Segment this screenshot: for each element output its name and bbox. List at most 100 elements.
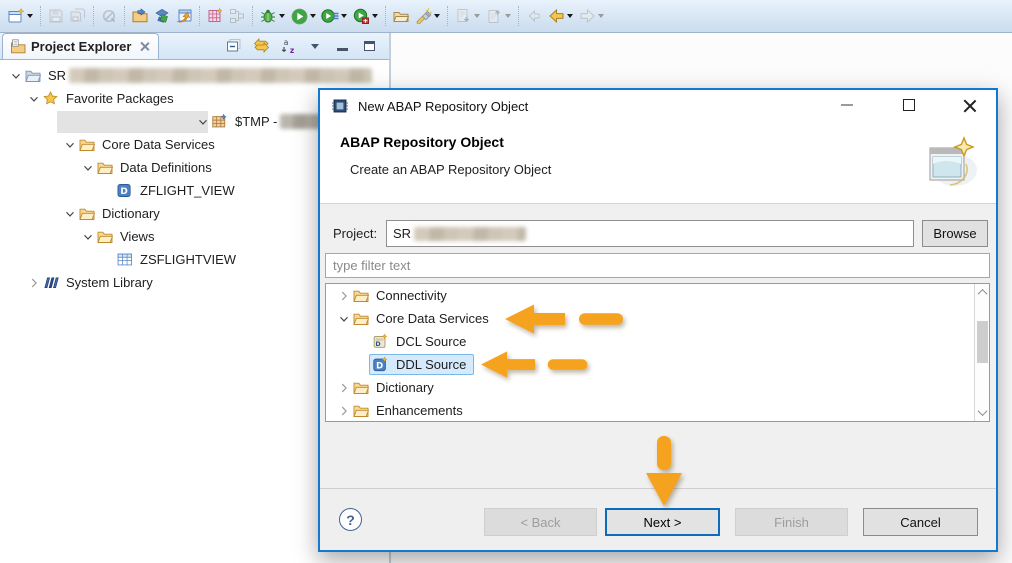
coverage-icon[interactable] [350, 4, 372, 28]
collapse-all-icon[interactable] [224, 36, 244, 56]
pin-editor-icon[interactable] [98, 4, 120, 28]
folder-icon [352, 288, 369, 304]
next-annotation-dropdown[interactable] [474, 14, 480, 18]
scroll-up-icon[interactable] [975, 285, 989, 300]
database-view-icon [116, 252, 133, 268]
tree-node-label: Core Data Services [102, 137, 215, 152]
next-button[interactable]: Next > [605, 508, 720, 536]
previous-annotation-icon[interactable] [483, 4, 505, 28]
chevron-expanded-icon[interactable] [80, 160, 96, 176]
relation-explorer-icon[interactable] [226, 4, 248, 28]
save-all-icon[interactable] [67, 4, 89, 28]
profile-dropdown[interactable] [341, 14, 347, 18]
chevron-collapsed-icon[interactable] [26, 275, 42, 291]
redacted-text [69, 68, 373, 83]
minimize-icon[interactable] [830, 90, 864, 120]
search-dropdown[interactable] [434, 14, 440, 18]
minimize-view-icon[interactable] [332, 36, 352, 56]
tree-node-dictionary[interactable]: Dictionary [326, 376, 989, 399]
view-tab-bar: Project Explorer az [0, 33, 389, 60]
sort-alphabetical-icon[interactable]: az [278, 36, 298, 56]
debug-dropdown[interactable] [279, 14, 285, 18]
chevron-expanded-icon[interactable] [195, 114, 211, 130]
chevron-expanded-icon[interactable] [26, 91, 42, 107]
debug-icon[interactable] [257, 4, 279, 28]
next-annotation-icon[interactable] [452, 4, 474, 28]
chevron-expanded-icon[interactable] [80, 229, 96, 245]
run-abap-object-icon[interactable] [151, 4, 173, 28]
chevron-expanded-icon[interactable] [8, 68, 24, 84]
tree-node-label: SR [48, 68, 67, 83]
search-icon[interactable] [412, 4, 434, 28]
open-abap-object-icon[interactable] [129, 4, 151, 28]
cancel-button[interactable]: Cancel [863, 508, 978, 536]
project-input[interactable]: SR [386, 220, 914, 247]
folder-icon [352, 403, 369, 419]
toolbar-separator [124, 6, 125, 26]
back-dropdown[interactable] [567, 14, 573, 18]
back-button[interactable]: < Back [484, 508, 597, 536]
help-icon[interactable]: ? [339, 508, 362, 531]
run-icon[interactable] [288, 4, 310, 28]
svg-text:a: a [283, 38, 288, 47]
coverage-dropdown[interactable] [372, 14, 378, 18]
forward-dropdown[interactable] [598, 14, 604, 18]
dialog-footer: ? < Back Next > Finish Cancel [320, 488, 996, 550]
chevron-expanded-icon[interactable] [62, 206, 78, 222]
new-ddic-object-icon[interactable] [204, 4, 226, 28]
link-with-editor-icon[interactable] [251, 36, 271, 56]
tree-node-label: Data Definitions [120, 160, 212, 175]
tree-node-project-root[interactable]: SR [0, 64, 389, 87]
open-sap-gui-icon[interactable] [173, 4, 195, 28]
tab-project-explorer[interactable]: Project Explorer [2, 33, 160, 59]
tab-label: Project Explorer [31, 39, 132, 54]
toolbar-separator [385, 6, 386, 26]
dialog-titlebar[interactable]: New ABAP Repository Object [320, 90, 996, 122]
wizard-page-title: ABAP Repository Object [340, 134, 504, 150]
library-icon [42, 275, 59, 291]
chevron-expanded-icon[interactable] [336, 311, 352, 327]
selected-item-highlight: DDL Source [369, 354, 475, 375]
previous-annotation-dropdown[interactable] [505, 14, 511, 18]
forward-icon[interactable] [576, 4, 598, 28]
tree-node-dcl-source[interactable]: DCL Source [326, 330, 989, 353]
maximize-icon[interactable] [892, 90, 926, 120]
open-resource-icon[interactable] [390, 4, 412, 28]
chevron-collapsed-icon[interactable] [336, 403, 352, 419]
new-wizard-icon[interactable] [5, 4, 27, 28]
profile-icon[interactable] [319, 4, 341, 28]
tree-node-ddl-source[interactable]: DDL Source [326, 353, 989, 376]
svg-text:z: z [289, 46, 293, 54]
chevron-expanded-icon[interactable] [62, 137, 78, 153]
scroll-down-icon[interactable] [975, 405, 989, 420]
tree-node-label: Favorite Packages [66, 91, 174, 106]
chevron-collapsed-icon[interactable] [336, 288, 352, 304]
vertical-scrollbar[interactable] [974, 284, 989, 421]
tree-node-enhancements[interactable]: Enhancements [326, 399, 989, 421]
toolbar-separator [199, 6, 200, 26]
dcl-source-icon [372, 334, 389, 350]
package-icon [211, 114, 228, 130]
tree-node-connectivity[interactable]: Connectivity [326, 284, 989, 307]
new-wizard-dropdown[interactable] [27, 14, 33, 18]
save-icon[interactable] [45, 4, 67, 28]
browse-button[interactable]: Browse [922, 220, 988, 247]
toolbar-separator [93, 6, 94, 26]
close-icon[interactable] [952, 90, 986, 120]
view-menu-icon[interactable] [305, 36, 325, 56]
tree-node-core-data-services[interactable]: Core Data Services [326, 307, 989, 330]
tree-node-label: Enhancements [376, 403, 463, 418]
maximize-view-icon[interactable] [359, 36, 379, 56]
back-icon[interactable] [545, 4, 567, 28]
project-label: Project: [333, 226, 378, 241]
filter-input[interactable] [325, 253, 990, 278]
scrollbar-thumb[interactable] [977, 321, 988, 363]
object-type-tree: Connectivity Core Data Services DCL Sour… [325, 283, 990, 422]
wizard-banner-icon [922, 126, 980, 195]
folder-icon [352, 311, 369, 327]
finish-button[interactable]: Finish [735, 508, 848, 536]
chevron-collapsed-icon[interactable] [336, 380, 352, 396]
tab-close-icon[interactable] [139, 41, 150, 52]
run-dropdown[interactable] [310, 14, 316, 18]
last-edit-location-icon[interactable] [523, 4, 545, 28]
